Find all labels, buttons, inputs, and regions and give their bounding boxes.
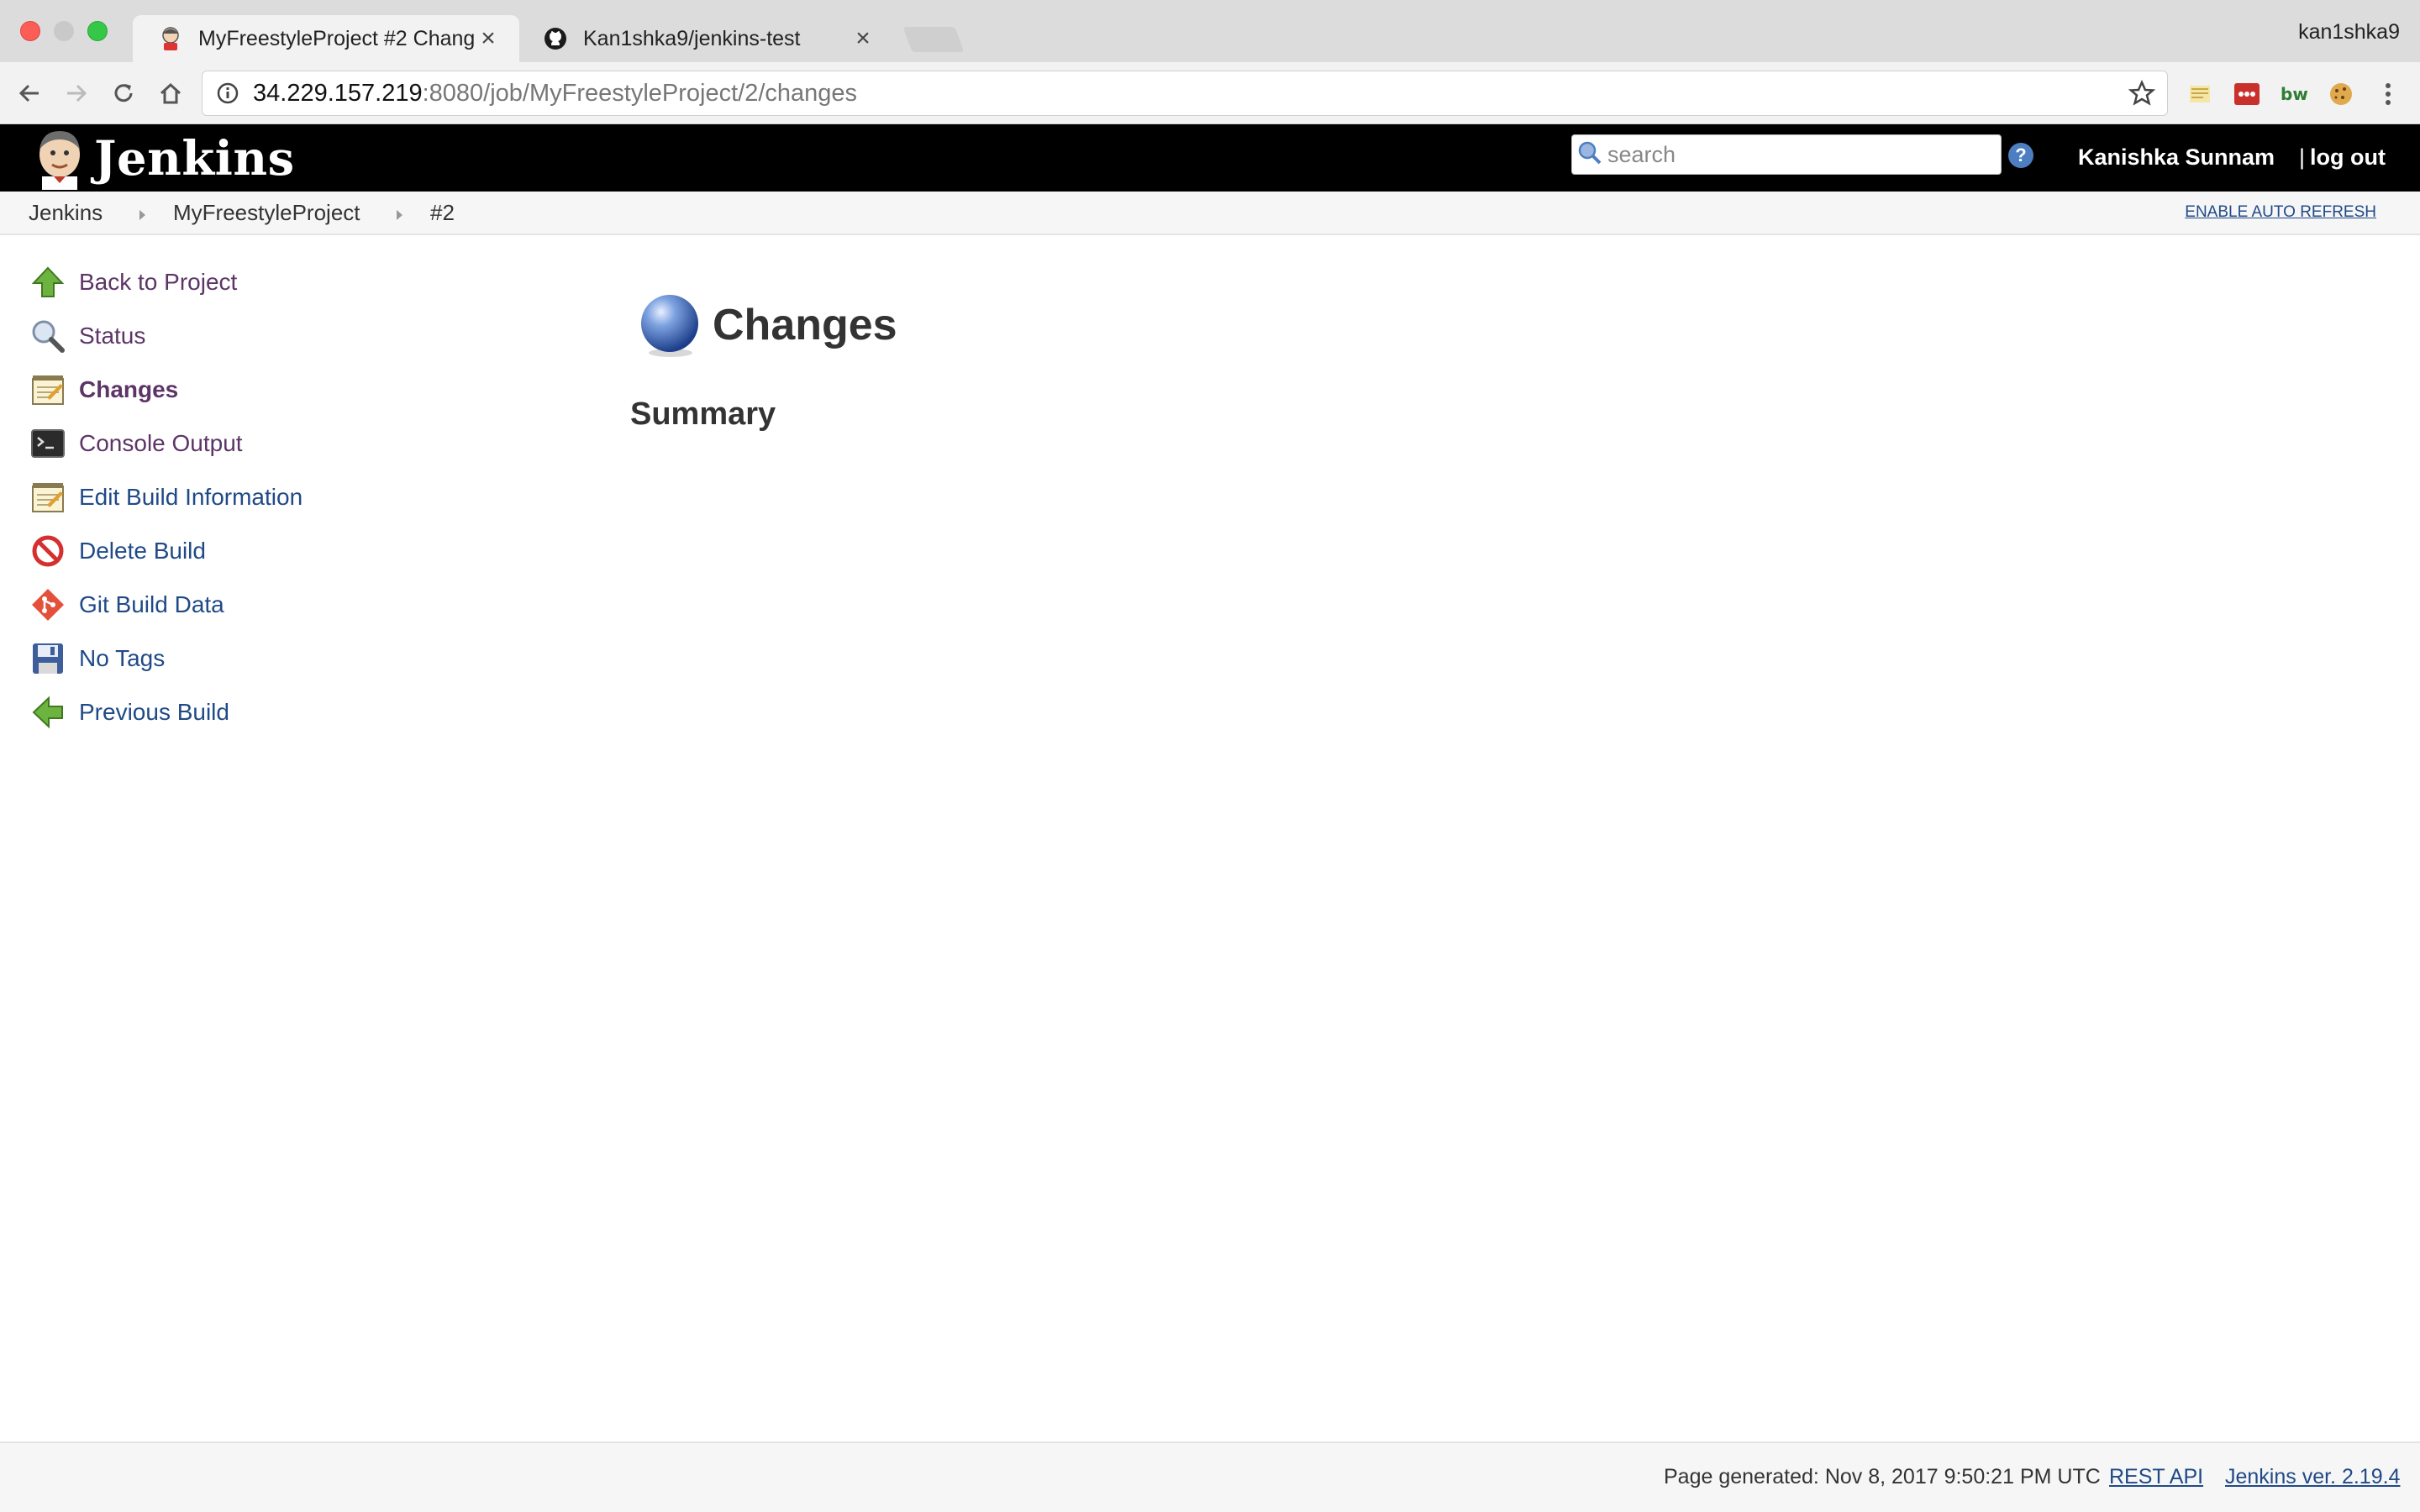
tab-title: MyFreestyleProject #2 Changes bbox=[198, 26, 476, 50]
jenkins-header: Jenkins ? Kanishka Sunnam |log out bbox=[0, 124, 2420, 192]
home-icon[interactable] bbox=[151, 74, 190, 113]
jenkins-version-link[interactable]: Jenkins ver. 2.19.4 bbox=[2225, 1465, 2400, 1489]
logout-separator: | bbox=[2299, 144, 2306, 170]
jenkins-butler-icon bbox=[30, 128, 89, 190]
help-icon[interactable]: ? bbox=[2008, 143, 2033, 168]
no-entry-icon bbox=[29, 532, 67, 570]
browser-tab-bar: MyFreestyleProject #2 Changes × Kan1shka… bbox=[0, 0, 2420, 62]
maximize-window-button[interactable] bbox=[87, 21, 108, 41]
up-arrow-icon bbox=[29, 263, 67, 302]
enable-auto-refresh-link[interactable]: ENABLE AUTO REFRESH bbox=[2185, 203, 2376, 222]
menu-dots-icon[interactable] bbox=[2373, 79, 2403, 109]
jenkins-icon bbox=[158, 26, 183, 51]
sidebar-item-console-output[interactable]: Console Output bbox=[29, 423, 243, 464]
git-icon bbox=[29, 585, 67, 624]
breadcrumb-item-jenkins[interactable]: Jenkins bbox=[29, 200, 103, 226]
bw-extension-icon[interactable]: bw bbox=[2279, 79, 2309, 109]
sidebar-item-label: Changes bbox=[79, 376, 179, 402]
forward-arrow-icon[interactable] bbox=[57, 74, 96, 113]
breadcrumb-separator-icon[interactable] bbox=[397, 210, 402, 220]
close-window-button[interactable] bbox=[20, 21, 40, 41]
summary-heading: Summary bbox=[630, 396, 776, 432]
page-title-text: Changes bbox=[713, 301, 897, 349]
rest-api-link[interactable]: REST API bbox=[2109, 1465, 2203, 1489]
sidebar-item-label: Git Build Data bbox=[79, 591, 224, 617]
sidebar-item-edit-build-information[interactable]: Edit Build Information bbox=[29, 477, 302, 517]
sidebar-item-label: Edit Build Information bbox=[79, 484, 303, 510]
sidebar-item-back-to-project[interactable]: Back to Project bbox=[29, 262, 237, 302]
cookie-extension-icon[interactable] bbox=[2326, 79, 2356, 109]
tab-title: Kan1shka9/jenkins-test bbox=[583, 26, 801, 50]
page-generated-text: Page generated: Nov 8, 2017 9:50:21 PM U… bbox=[1664, 1465, 2101, 1488]
sidebar-item-delete-build[interactable]: Delete Build bbox=[29, 531, 206, 571]
jenkins-logo[interactable]: Jenkins bbox=[30, 128, 295, 190]
sidebar-item-changes[interactable]: Changes bbox=[29, 370, 178, 410]
breadcrumb: Jenkins MyFreestyleProject #2 ENABLE AUT… bbox=[0, 192, 2420, 235]
tab-close-icon[interactable]: × bbox=[476, 24, 501, 53]
browser-toolbar: 34.229.157.219:8080/job/MyFreestyleProje… bbox=[0, 62, 2420, 124]
sidebar-item-status[interactable]: Status bbox=[29, 316, 145, 356]
new-tab-button[interactable] bbox=[902, 27, 965, 52]
left-arrow-icon bbox=[29, 693, 67, 732]
logout-label[interactable]: log out bbox=[2310, 144, 2386, 170]
browser-tab-inactive[interactable]: Kan1shka9/jenkins-test × bbox=[518, 15, 894, 62]
sidebar-item-git-build-data[interactable]: Git Build Data bbox=[29, 585, 224, 625]
blue-ball-icon bbox=[635, 291, 704, 360]
logout-link[interactable]: | log out bbox=[2299, 144, 2386, 171]
user-name-link[interactable]: Kanishka Sunnam bbox=[2078, 144, 2275, 171]
sidebar-item-label: Status bbox=[79, 323, 146, 349]
footer: Page generated: Nov 8, 2017 9:50:21 PM U… bbox=[0, 1441, 2420, 1512]
sidebar-item-label: No Tags bbox=[79, 645, 166, 671]
svg-text:bw: bw bbox=[2281, 84, 2308, 104]
page-title: Changes bbox=[635, 291, 897, 360]
magnifier-icon bbox=[29, 317, 67, 355]
minimize-window-button[interactable] bbox=[54, 21, 74, 41]
search-input[interactable] bbox=[1607, 141, 1977, 168]
sidebar-item-label: Console Output bbox=[79, 430, 243, 456]
notepad-icon bbox=[29, 478, 67, 517]
breadcrumb-separator-icon[interactable] bbox=[139, 210, 145, 220]
info-icon[interactable] bbox=[203, 81, 253, 105]
github-icon bbox=[543, 26, 568, 51]
search-icon bbox=[1577, 140, 1602, 170]
sidebar-item-no-tags[interactable]: No Tags bbox=[29, 638, 165, 679]
address-bar[interactable]: 34.229.157.219:8080/job/MyFreestyleProje… bbox=[202, 71, 2168, 116]
notes-extension-icon[interactable] bbox=[2185, 79, 2215, 109]
tab-close-icon[interactable]: × bbox=[850, 24, 876, 53]
breadcrumb-item-build[interactable]: #2 bbox=[430, 200, 455, 226]
notepad-icon bbox=[29, 370, 67, 409]
terminal-icon bbox=[29, 424, 67, 463]
sidebar-item-label: Delete Build bbox=[79, 538, 206, 564]
back-arrow-icon[interactable] bbox=[10, 74, 49, 113]
sidebar-item-label: Previous Build bbox=[79, 699, 229, 725]
lastpass-extension-icon[interactable] bbox=[2232, 79, 2262, 109]
url-host: 34.229.157.219 bbox=[253, 79, 423, 107]
breadcrumb-item-project[interactable]: MyFreestyleProject bbox=[173, 200, 360, 226]
jenkins-wordmark: Jenkins bbox=[94, 131, 295, 186]
reload-icon[interactable] bbox=[104, 74, 143, 113]
browser-profile-name[interactable]: kan1shka9 bbox=[2298, 20, 2400, 45]
search-box[interactable] bbox=[1571, 134, 2002, 175]
bookmark-star-icon[interactable] bbox=[2117, 80, 2167, 107]
browser-tab-active[interactable]: MyFreestyleProject #2 Changes × bbox=[133, 15, 519, 62]
sidebar-item-previous-build[interactable]: Previous Build bbox=[29, 692, 229, 732]
sidebar-item-label: Back to Project bbox=[79, 269, 238, 295]
floppy-disk-icon bbox=[29, 639, 67, 678]
url-text: 34.229.157.219:8080/job/MyFreestyleProje… bbox=[253, 80, 2117, 108]
url-path: :8080/job/MyFreestyleProject/2/changes bbox=[422, 79, 858, 107]
